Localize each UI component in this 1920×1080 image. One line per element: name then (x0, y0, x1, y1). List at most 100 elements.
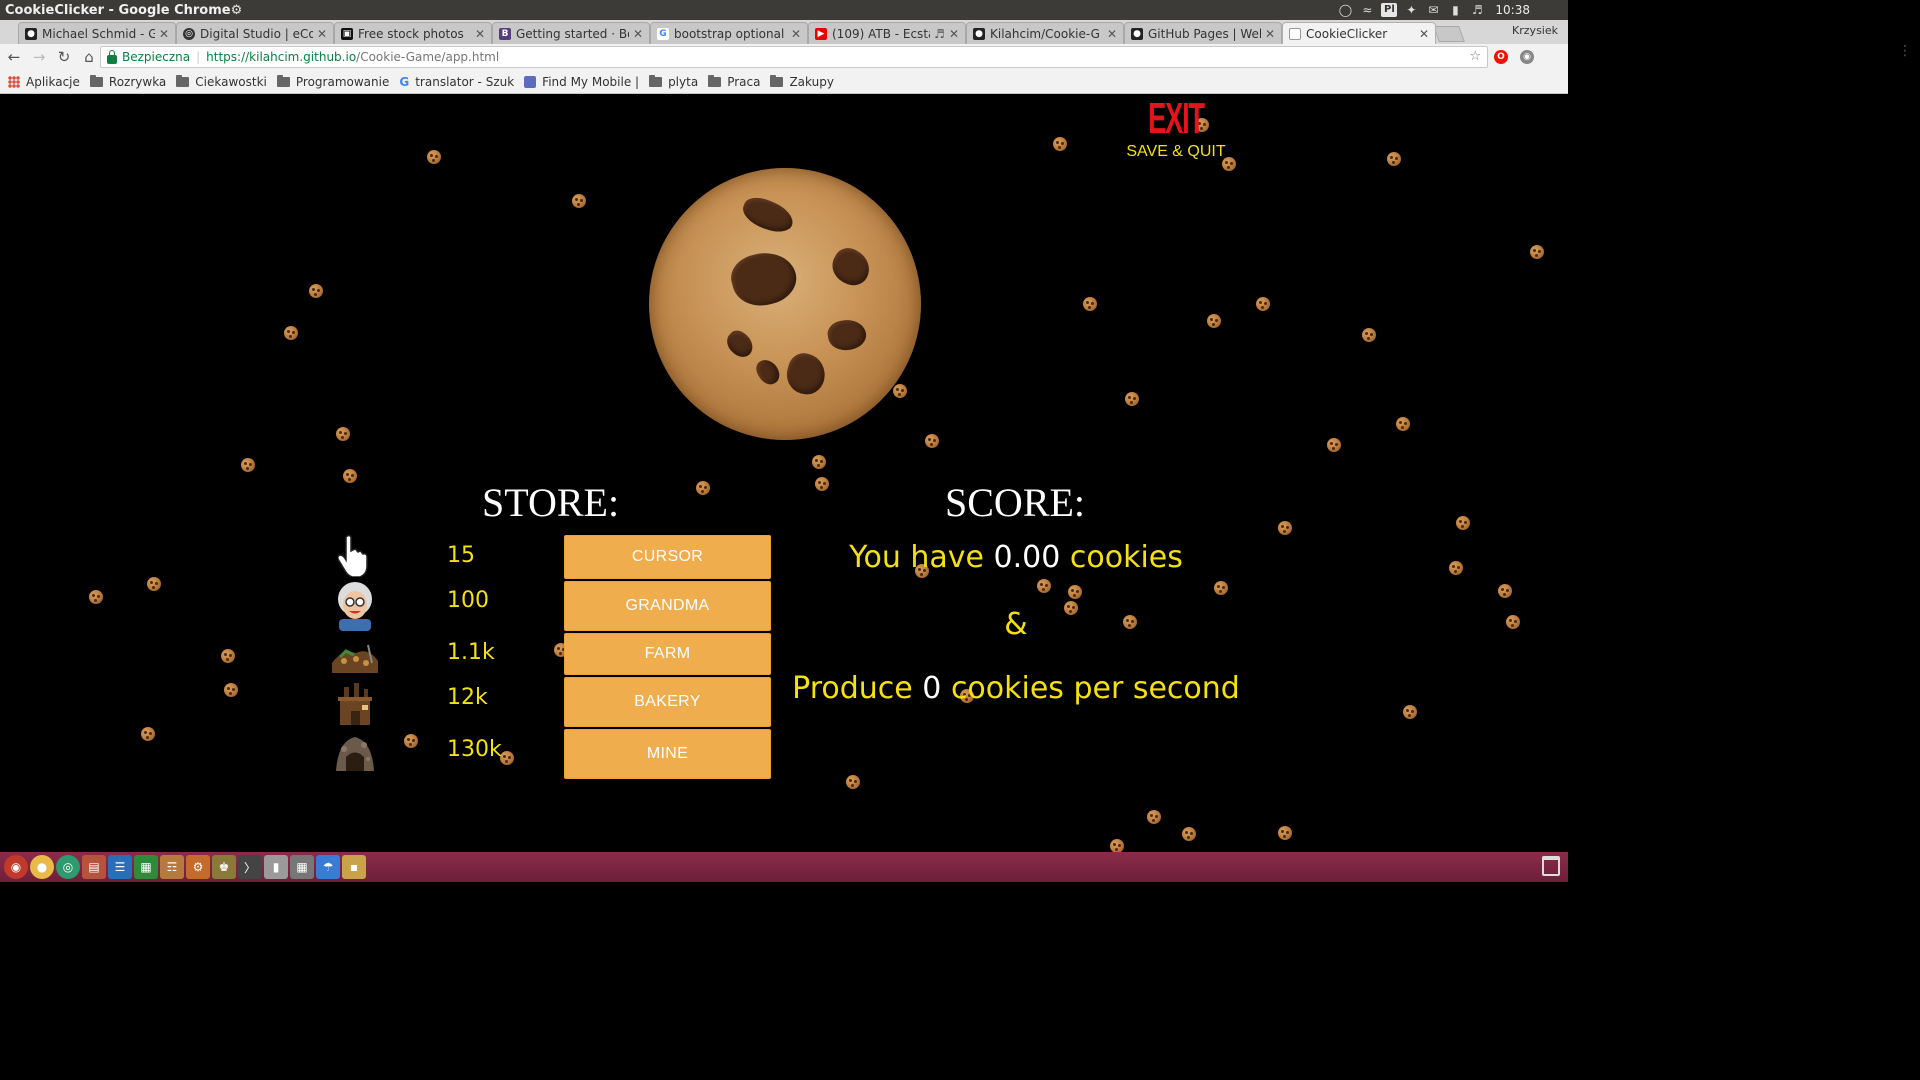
calculator-icon[interactable]: ▦ (290, 855, 314, 879)
address-bar[interactable]: Bezpieczna | https://kilahcim.github.io … (100, 46, 1488, 68)
settings-tool-icon[interactable]: ⚙ (186, 855, 210, 879)
farm-price: 1.1k (447, 640, 495, 665)
buy-farm-button[interactable]: FARM (564, 633, 771, 675)
opera-extension-icon[interactable]: O (1494, 50, 1508, 64)
buy-cursor-button[interactable]: CURSOR (564, 535, 771, 579)
system-gear-icon[interactable]: ⚙ (231, 3, 243, 18)
trash-icon[interactable] (1542, 856, 1560, 876)
mail-icon[interactable]: ✉ (1425, 3, 1441, 17)
chocolate-chip (722, 326, 758, 362)
bookmark-label: Zakupy (789, 74, 834, 89)
close-tab-icon[interactable]: ✕ (949, 27, 959, 41)
score-heading: SCORE: (945, 480, 1086, 525)
grandma-icon (330, 579, 380, 631)
big-cookie-button[interactable] (649, 168, 921, 440)
close-tab-icon[interactable]: ✕ (475, 27, 485, 41)
falling-cookie-icon (1214, 581, 1228, 595)
tab-getting-started[interactable]: B Getting started · Bo ✕ (492, 22, 650, 44)
chrome-icon[interactable]: ● (30, 855, 54, 879)
terminal-icon[interactable]: 〉 (238, 855, 262, 879)
close-tab-icon[interactable]: ✕ (317, 27, 327, 41)
falling-cookie-icon (1278, 826, 1292, 840)
spreadsheet-icon[interactable]: ▦ (134, 855, 158, 879)
bookmark-star-icon[interactable]: ☆ (1469, 49, 1481, 64)
bookmark-translator[interactable]: Gtranslator - Szuk (399, 75, 514, 89)
url-host[interactable]: https://kilahcim.github.io (206, 50, 356, 64)
clock[interactable]: 10:38 (1495, 3, 1530, 17)
falling-cookie-icon (1147, 810, 1161, 824)
writer-icon[interactable]: ☰ (108, 855, 132, 879)
bookmark-plyta[interactable]: plyta (649, 74, 698, 89)
chrome-menu-icon[interactable]: ⋮ (1898, 44, 1912, 58)
close-tab-icon[interactable]: ✕ (159, 27, 169, 41)
close-tab-icon[interactable]: ✕ (1265, 27, 1275, 41)
bookmark-programowanie[interactable]: Programowanie (276, 74, 389, 89)
reload-icon[interactable]: ↻ (53, 46, 75, 68)
tab-atb-ecstasy[interactable]: ▶ (109) ATB - Ecsta ♬ ✕ (808, 22, 966, 44)
save-and-quit-button[interactable]: EXIT SAVE & QUIT (1118, 97, 1234, 161)
production-rate-value: 0 (922, 671, 942, 706)
falling-cookie-icon (241, 458, 255, 472)
github-icon: ● (1131, 27, 1143, 40)
ubuntu-menu-icon[interactable]: ◉ (4, 855, 28, 879)
new-tab-button[interactable] (1433, 26, 1465, 42)
lock-icon[interactable] (107, 49, 117, 64)
bakery-price: 12k (447, 685, 488, 710)
tab-michael-schmid[interactable]: ● Michael Schmid - G ✕ (18, 22, 176, 44)
browser-icon[interactable]: ◎ (56, 855, 80, 879)
battery-icon[interactable]: ▮ (1447, 3, 1463, 17)
cursor-hand-icon (330, 533, 380, 577)
bookmark-aplikacje[interactable]: Aplikacje (8, 75, 80, 89)
document-icon[interactable]: ☶ (160, 855, 184, 879)
url-path[interactable]: /Cookie-Game/app.html (356, 50, 499, 64)
falling-cookie-icon (1530, 245, 1544, 259)
files-icon[interactable]: ▤ (82, 855, 106, 879)
game-icon[interactable]: ♚ (212, 855, 236, 879)
tab-cookieclicker[interactable]: CookieClicker ✕ (1282, 22, 1436, 44)
wifi-icon[interactable]: ≈ (1359, 3, 1375, 17)
profile-name[interactable]: Krzysiek (1512, 24, 1558, 37)
close-tab-icon[interactable]: ✕ (633, 27, 643, 41)
falling-cookie-icon (1083, 297, 1097, 311)
google-icon: G (657, 27, 669, 40)
lightbulb-icon[interactable]: ◯ (1337, 3, 1353, 17)
tab-github-pages[interactable]: ● GitHub Pages | Web ✕ (1124, 22, 1282, 44)
bookmark-rozrywka[interactable]: Rozrywka (89, 74, 167, 89)
usb-icon[interactable]: ▮ (264, 855, 288, 879)
close-tab-icon[interactable]: ✕ (1107, 27, 1117, 41)
falling-cookie-icon (147, 577, 161, 591)
bookmark-find-my-mobile[interactable]: Find My Mobile | (524, 75, 639, 89)
chocolate-chip (825, 316, 869, 354)
home-icon[interactable]: ⌂ (78, 46, 100, 68)
close-tab-icon[interactable]: ✕ (791, 27, 801, 41)
cookie-count-suffix: cookies (1069, 540, 1183, 575)
tab-digital-studio[interactable]: ◎ Digital Studio | eCo ✕ (176, 22, 334, 44)
falling-cookie-icon (1362, 328, 1376, 342)
bookmark-ciekawostki[interactable]: Ciekawostki (176, 74, 267, 89)
tab-bootstrap-optional[interactable]: G bootstrap optional ✕ (650, 22, 808, 44)
buy-grandma-button[interactable]: GRANDMA (564, 581, 771, 631)
extension-icon[interactable]: ◉ (1520, 50, 1534, 64)
system-tray: ◯ ≈ Pl ✦ ✉ ▮ ♬ 10:38 (1337, 0, 1568, 20)
buy-bakery-button[interactable]: BAKERY (564, 677, 771, 727)
falling-cookie-icon (925, 434, 939, 448)
bookmark-zakupy[interactable]: Zakupy (770, 74, 834, 89)
back-arrow-icon[interactable]: ← (3, 46, 25, 68)
keyboard-layout[interactable]: Pl (1381, 3, 1398, 17)
volume-icon[interactable]: ♬ (1469, 3, 1485, 17)
forward-arrow-icon[interactable]: → (28, 46, 50, 68)
tab-free-stock-photos[interactable]: ▣ Free stock photos ✕ (334, 22, 492, 44)
archive-icon[interactable]: ▪ (342, 855, 366, 879)
exit-label[interactable]: EXIT (1140, 97, 1212, 141)
secure-label[interactable]: Bezpieczna (122, 50, 190, 64)
buy-mine-button[interactable]: MINE (564, 729, 771, 779)
falling-cookie-icon (696, 481, 710, 495)
save-quit-label[interactable]: SAVE & QUIT (1118, 143, 1234, 161)
tab-kilahcim-cookie[interactable]: ● Kilahcim/Cookie-G ✕ (966, 22, 1124, 44)
close-tab-icon[interactable]: ✕ (1419, 27, 1429, 41)
bookmark-praca[interactable]: Praca (708, 74, 760, 89)
app-icon[interactable]: ☂ (316, 855, 340, 879)
bluetooth-icon[interactable]: ✦ (1403, 3, 1419, 17)
browser-tab-strip: ● Michael Schmid - G ✕ ◎ Digital Studio … (0, 20, 1568, 44)
bookmark-label: Rozrywka (108, 74, 167, 89)
